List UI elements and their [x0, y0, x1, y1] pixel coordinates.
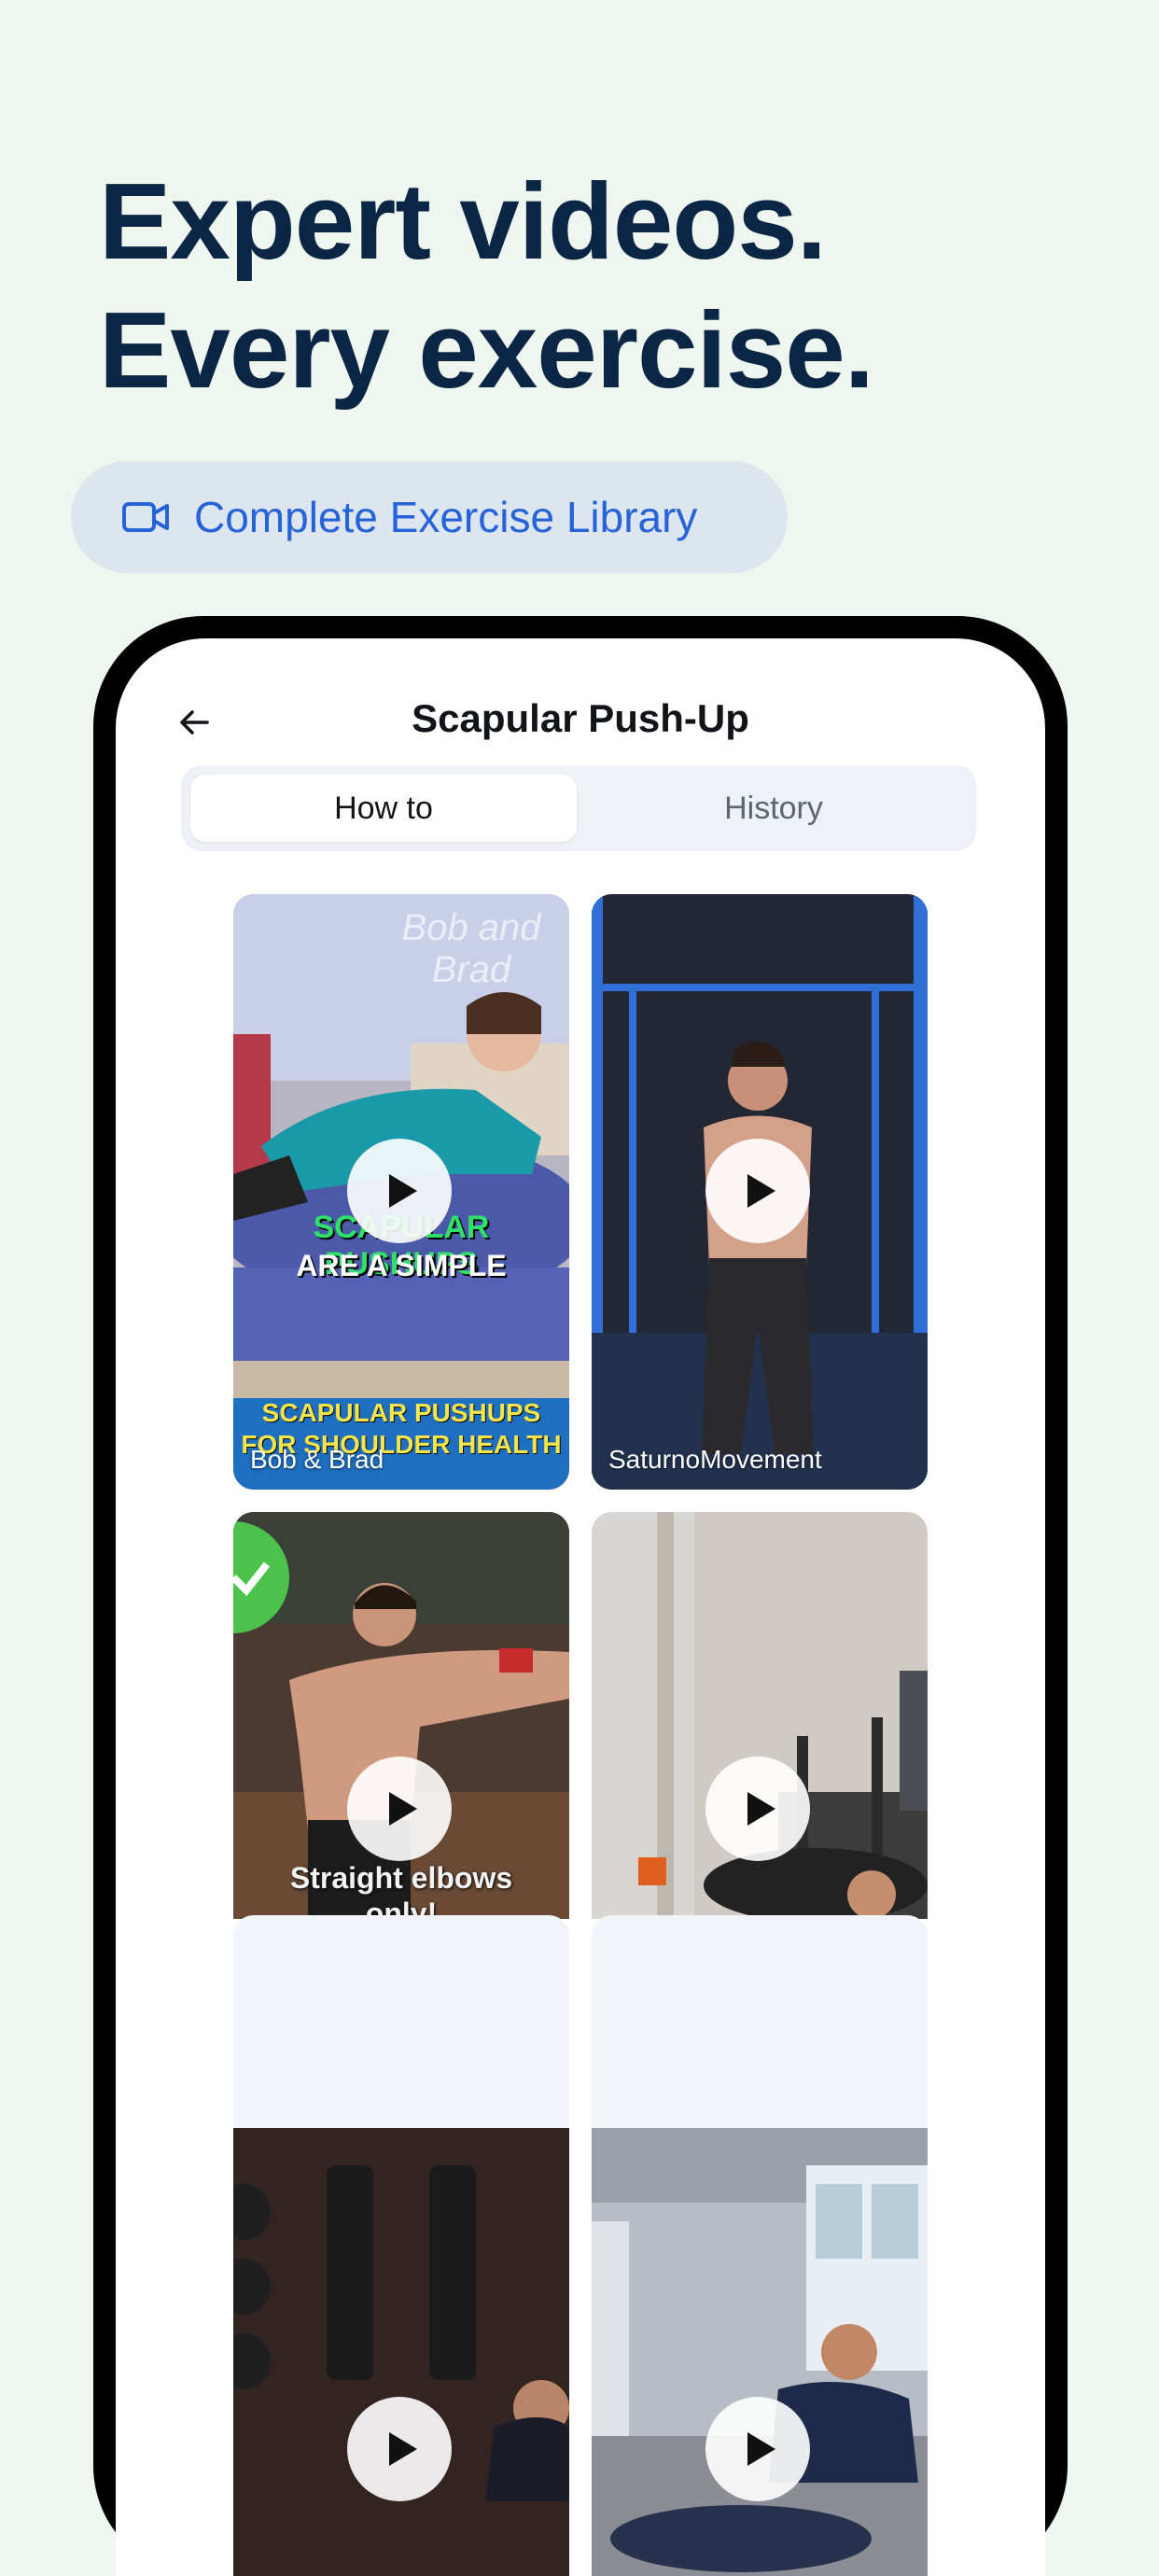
- exercise-title: Scapular Push-Up: [412, 696, 749, 740]
- tab-how-to[interactable]: How to: [190, 775, 577, 842]
- play-button[interactable]: [705, 2397, 810, 2501]
- tab-history[interactable]: History: [580, 775, 967, 842]
- phone-frame: Scapular Push-Up How to History SCAPUL: [93, 616, 1068, 2576]
- video-watermark: Bob and Brad: [401, 907, 541, 990]
- video-card-6[interactable]: [592, 2128, 928, 2576]
- tab-switcher: How to History: [181, 765, 976, 851]
- play-icon: [747, 2432, 775, 2466]
- headline: Expert videos. Every exercise.: [99, 157, 874, 414]
- play-icon: [389, 1792, 417, 1826]
- play-icon: [389, 2432, 417, 2466]
- video-author: Bob & Brad: [250, 1445, 384, 1474]
- video-card-5[interactable]: [233, 2128, 569, 2576]
- headline-line-2: Every exercise.: [99, 289, 874, 411]
- play-icon: [747, 1174, 775, 1208]
- video-card-bob-brad[interactable]: SCAPULAR PUSHUPS ARE A SIMPLE SCAPULAR P…: [233, 894, 569, 1490]
- play-button[interactable]: [705, 1139, 810, 1243]
- video-author: SaturnoMovement: [608, 1445, 822, 1474]
- video-banner-1: SCAPULAR PUSHUPS: [261, 1398, 541, 1427]
- video-card-3[interactable]: Straight elbows only!: [233, 1512, 569, 1919]
- play-button[interactable]: [347, 1139, 452, 1243]
- library-label: Complete Exercise Library: [194, 493, 698, 541]
- complete-exercise-library-badge: Complete Exercise Library: [71, 461, 788, 573]
- video-overlay-text-2: ARE A SIMPLE: [296, 1249, 507, 1282]
- play-button[interactable]: [347, 1757, 452, 1861]
- play-icon: [389, 1174, 417, 1208]
- video-thumbnail: [592, 2128, 928, 2576]
- video-card-placeholder: [233, 1915, 569, 2128]
- video-thumbnail: [233, 2128, 569, 2576]
- video-card-placeholder: [592, 1915, 928, 2128]
- video-overlay-text-1: Straight elbows: [289, 1861, 513, 1895]
- play-button[interactable]: [347, 2397, 452, 2501]
- play-icon: [747, 1792, 775, 1826]
- play-button[interactable]: [705, 1757, 810, 1861]
- video-card-4[interactable]: [592, 1512, 928, 1919]
- phone-screen: Scapular Push-Up How to History SCAPUL: [116, 638, 1045, 2576]
- video-card-saturno-movement[interactable]: SaturnoMovement: [592, 894, 928, 1490]
- headline-line-1: Expert videos.: [99, 161, 827, 282]
- video-camera-icon: [122, 502, 169, 532]
